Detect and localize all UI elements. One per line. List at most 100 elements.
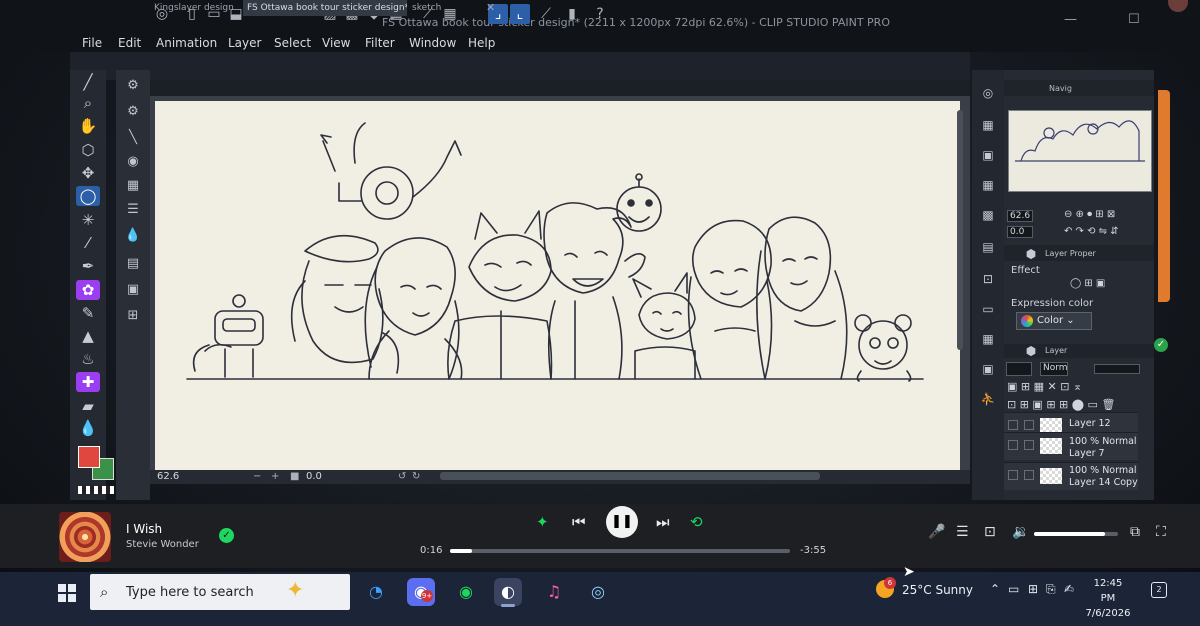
eyedropper-icon[interactable]: ⁄ — [76, 233, 100, 253]
song-title[interactable]: I Wish — [126, 522, 162, 536]
vertical-scrollbar[interactable] — [957, 110, 963, 350]
image-icon[interactable]: ▭ — [979, 300, 997, 318]
rotate-right-icon[interactable]: ↻ — [412, 471, 420, 482]
grid-subtool-icon[interactable]: ▦ — [123, 176, 143, 196]
liked-check-icon[interactable]: ✓ — [219, 528, 234, 543]
pencil-icon[interactable]: ✎ — [76, 303, 100, 323]
previous-track-icon[interactable]: ⏮ — [572, 513, 586, 531]
film-subtool-icon[interactable]: ▤ — [123, 254, 143, 274]
display-icon[interactable]: ⎘ — [1046, 582, 1056, 597]
layer-tools-row-2[interactable]: ⊡ ⊞ ▣ ⊞ ⊞ ⬤ ▭ 🗑 — [1007, 398, 1115, 411]
clip-studio-taskbar-icon[interactable]: ◐ — [494, 578, 522, 606]
repeat-icon[interactable]: ⟲ — [690, 513, 703, 531]
song-artist[interactable]: Stevie Wonder — [126, 539, 199, 550]
tray-chevron-icon[interactable]: ⌃ — [990, 582, 1000, 596]
copilot-sparkle-icon[interactable]: ✦ — [286, 578, 304, 603]
layer-lock-toggle[interactable] — [1024, 420, 1034, 430]
operation-icon[interactable]: ⬡ — [76, 140, 100, 160]
pen-cursor-icon[interactable]: ╱ — [76, 72, 100, 92]
menu-filter[interactable]: Filter — [365, 36, 395, 50]
hand-icon[interactable]: ✋ — [76, 116, 100, 136]
help-icon[interactable]: ? — [590, 4, 610, 24]
zoom-icon[interactable]: ⌕ — [76, 93, 100, 113]
tiles-subtool-icon[interactable]: ⊞ — [123, 306, 143, 326]
menu-animation[interactable]: Animation — [156, 36, 217, 50]
layer-search-icon[interactable]: ⊡ — [979, 270, 997, 288]
snap-grid-ruler-icon[interactable]: ⟋ — [536, 4, 556, 24]
tab-ottawa-sticker[interactable]: FS Ottawa book tour sticker design* — [243, 0, 407, 16]
layer-lock-toggle[interactable] — [1024, 440, 1034, 450]
playback-progress-bar[interactable] — [450, 549, 790, 553]
brush-icon[interactable]: ▲ — [76, 326, 100, 346]
figure-icon[interactable]: ⛹ — [979, 390, 997, 408]
nav-zoom-input[interactable]: 62.6 — [1007, 210, 1033, 222]
timeline-icon[interactable]: ▦ — [979, 330, 997, 348]
airbrush-icon[interactable]: ♨ — [76, 349, 100, 369]
menu-layer[interactable]: Layer — [228, 36, 261, 50]
menu-view[interactable]: View — [322, 36, 350, 50]
navigator-preview[interactable] — [1008, 110, 1152, 192]
network-icon[interactable]: ⊞ — [1028, 582, 1038, 596]
album-art[interactable] — [59, 512, 111, 562]
magic-wand-icon[interactable]: ✳ — [76, 210, 100, 230]
menu-help[interactable]: Help — [468, 36, 495, 50]
navigator-icon[interactable]: ◎ — [979, 84, 997, 102]
material-icon[interactable]: ▦ — [979, 116, 997, 134]
stack-subtool-icon[interactable]: ▣ — [123, 280, 143, 300]
connect-device-icon[interactable]: ⊡ — [984, 524, 996, 540]
battery-icon[interactable]: ▭ — [1008, 582, 1019, 596]
menu-edit[interactable]: Edit — [118, 36, 141, 50]
zoom-out-button[interactable]: − — [253, 471, 261, 482]
tab-kingslayer-design[interactable]: Kingslayer design — [150, 0, 242, 16]
drop-subtool-icon[interactable]: 💧 — [123, 226, 143, 246]
menu-window[interactable]: Window — [409, 36, 456, 50]
move-icon[interactable]: ✥ — [76, 163, 100, 183]
next-track-icon[interactable]: ⏭ — [656, 513, 670, 531]
volume-slider[interactable] — [1034, 532, 1118, 536]
eraser-icon[interactable]: ▰ — [76, 396, 100, 416]
tab-sketch[interactable]: sketch — [408, 0, 478, 16]
spotify-icon[interactable]: ◉ — [452, 578, 480, 606]
queue-icon[interactable]: ☰ — [956, 524, 969, 540]
horizontal-scrollbar[interactable] — [440, 472, 820, 480]
mini-player-icon[interactable]: ⧉ — [1130, 524, 1140, 540]
minimize-button[interactable]: — — [1064, 12, 1077, 27]
taskbar-clock[interactable]: 12:45 PM 7/6/2026 — [1085, 576, 1131, 621]
layer-visibility-toggle[interactable] — [1008, 470, 1018, 480]
layer-visibility-toggle[interactable] — [1008, 440, 1018, 450]
expression-color-dropdown[interactable]: Color ⌄ — [1016, 312, 1092, 330]
lyrics-mic-icon[interactable]: 🎤 — [928, 524, 945, 540]
fullscreen-icon[interactable]: ⛶ — [1156, 524, 1166, 540]
volume-icon[interactable]: 🔉 — [1012, 524, 1029, 540]
itunes-icon[interactable]: ♫ — [540, 578, 568, 606]
tablet-icon[interactable]: ▮ — [562, 4, 582, 24]
rotation-value[interactable]: 0.0 — [306, 471, 322, 482]
zoom-in-button[interactable]: + — [271, 471, 279, 482]
pattern-icon[interactable]: ▦ — [979, 176, 997, 194]
drawing-canvas[interactable] — [155, 101, 960, 471]
pen-tray-icon[interactable]: ✍ — [1064, 582, 1074, 596]
pause-button[interactable]: ❚❚ — [606, 506, 638, 538]
snap-special-ruler-icon[interactable]: ⌞ — [510, 4, 530, 24]
notification-center-icon[interactable]: 2 — [1151, 582, 1167, 598]
lasso-icon[interactable]: ◯ — [76, 186, 100, 206]
profile-avatar[interactable] — [1168, 0, 1188, 12]
navigator-label[interactable]: Navig — [1049, 84, 1072, 93]
edge-browser-icon[interactable]: ◔ — [362, 578, 390, 606]
opacity-slider[interactable] — [1094, 364, 1140, 374]
windows-start-icon[interactable] — [58, 584, 76, 602]
layer-lock-toggle[interactable] — [1024, 470, 1034, 480]
blend-icon[interactable]: 💧 — [76, 418, 100, 438]
layer-color-box[interactable] — [1006, 362, 1032, 376]
main-color-swatch[interactable] — [78, 446, 100, 468]
circle-subtool-icon[interactable]: ◉ — [123, 152, 143, 172]
transparent-color-swatch[interactable] — [78, 486, 114, 494]
nav-rotate-buttons[interactable]: ↶ ↷ ⟲ ⇋ ⇵ — [1064, 226, 1119, 237]
subtool-settings-icon[interactable]: ⚙ — [123, 102, 143, 122]
nav-zoom-buttons[interactable]: ⊖ ⊕ ⏺ ⊞ ⊠ — [1064, 209, 1115, 220]
layer-tools-row-1[interactable]: ▣ ⊞ ▦ ✕ ⊡ ⌅ — [1007, 380, 1082, 393]
layer-visibility-toggle[interactable] — [1008, 420, 1018, 430]
lasso-subtool-icon[interactable]: ⚙ — [123, 76, 143, 96]
tone-icon[interactable]: ▩ — [979, 206, 997, 224]
effect-buttons[interactable]: ◯ ⊞ ▣ — [1070, 278, 1105, 289]
